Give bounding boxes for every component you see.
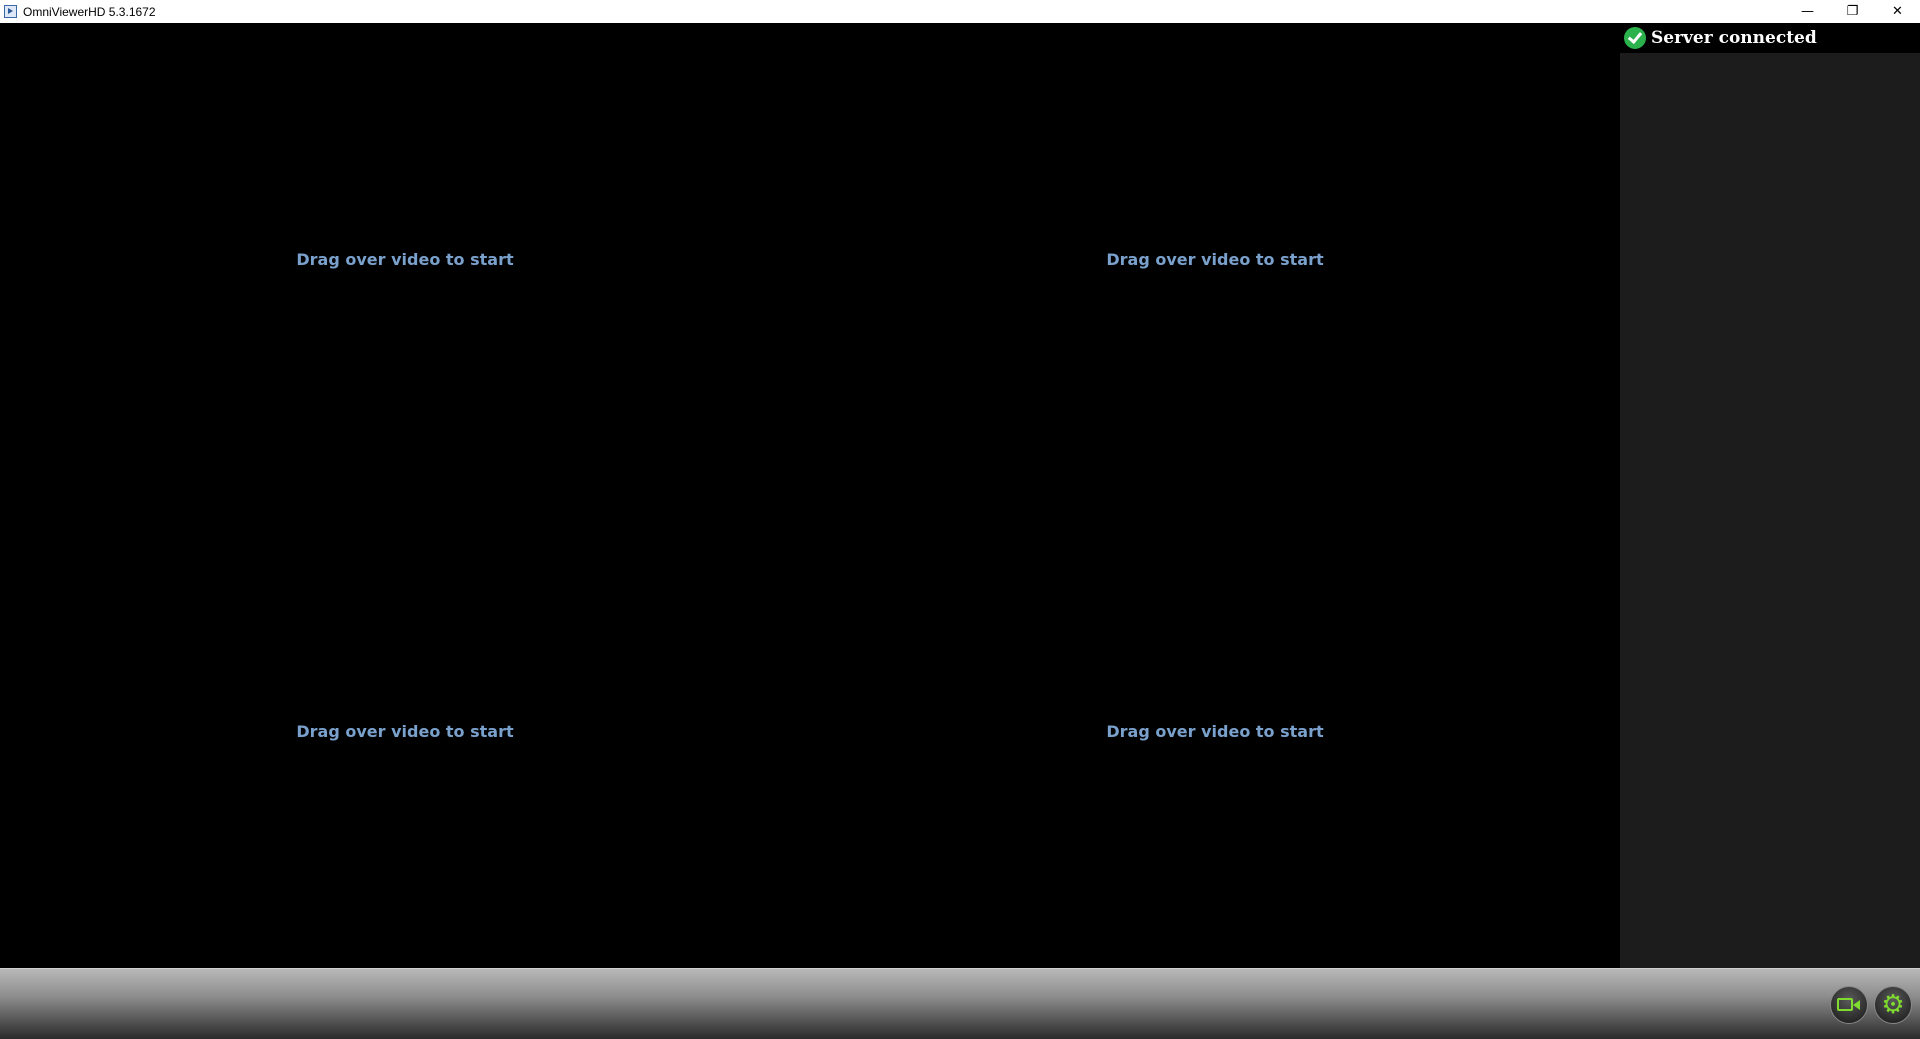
close-button[interactable]: ✕ <box>1875 0 1920 23</box>
minimize-button[interactable]: — <box>1785 0 1830 23</box>
title-bar[interactable]: OmniViewerHD 5.3.1672 — ❐ ✕ <box>0 0 1920 23</box>
restore-button[interactable]: ❐ <box>1830 0 1875 23</box>
video-cell-1[interactable]: Drag over video to start <box>0 23 810 495</box>
video-cell-2[interactable]: Drag over video to start <box>810 23 1620 495</box>
gear-icon: ⚙ <box>1881 990 1905 1020</box>
window-controls: — ❐ ✕ <box>1785 0 1920 23</box>
side-panel: Server connected <box>1620 23 1920 968</box>
video-cell-hint: Drag over video to start <box>296 249 514 269</box>
video-cell-hint: Drag over video to start <box>1106 249 1324 269</box>
server-status: Server connected <box>1620 23 1920 53</box>
video-cell-hint: Drag over video to start <box>296 721 514 741</box>
video-grid: Drag over video to start Drag over video… <box>0 23 1620 968</box>
app-icon <box>4 5 17 18</box>
video-cell-3[interactable]: Drag over video to start <box>0 495 810 967</box>
window-title: OmniViewerHD 5.3.1672 <box>23 4 156 19</box>
app-window: OmniViewerHD 5.3.1672 — ❐ ✕ Drag over vi… <box>0 0 1920 1039</box>
server-status-text: Server connected <box>1651 28 1817 48</box>
bottom-toolbar: ⚙ <box>0 968 1920 1039</box>
check-circle-icon <box>1624 27 1646 49</box>
settings-button[interactable]: ⚙ <box>1874 986 1912 1024</box>
video-cell-hint: Drag over video to start <box>1106 721 1324 741</box>
camera-icon <box>1837 995 1861 1015</box>
video-cell-4[interactable]: Drag over video to start <box>810 495 1620 967</box>
camera-button[interactable] <box>1830 986 1868 1024</box>
camera-list[interactable] <box>1620 53 1920 968</box>
